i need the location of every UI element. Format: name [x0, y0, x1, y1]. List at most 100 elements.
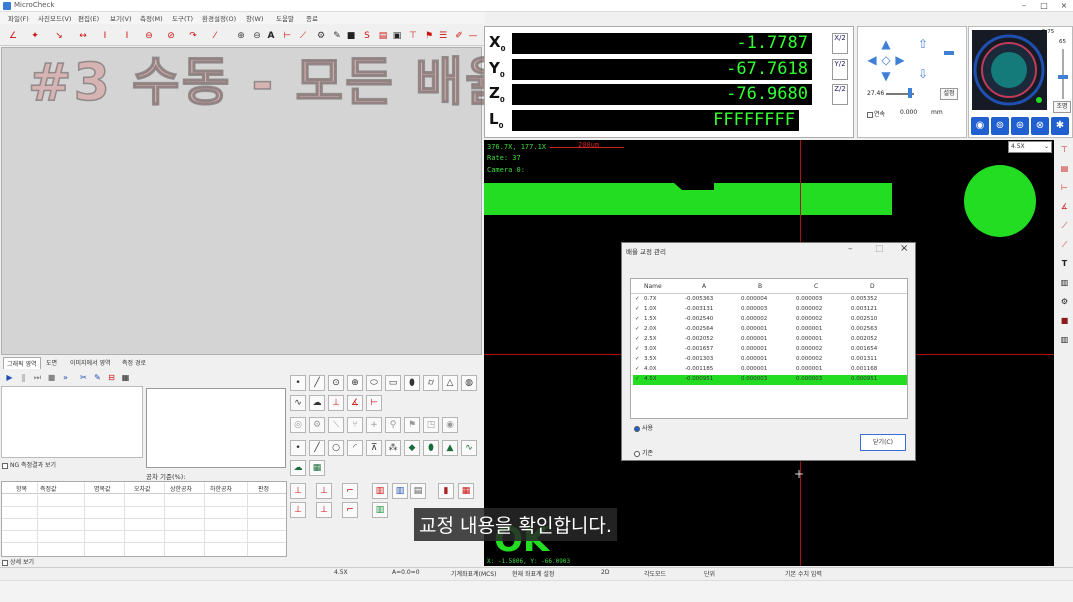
fork-icon[interactable]: ⑂	[347, 417, 363, 433]
corner-icon[interactable]: ◳	[423, 417, 439, 433]
flag-gray-icon[interactable]: ⚑	[404, 417, 420, 433]
check-icon[interactable]: ✓	[635, 306, 640, 312]
scatter-icon[interactable]: ⁂	[385, 440, 401, 456]
check-icon[interactable]: ✓	[635, 326, 640, 332]
table-row[interactable]: ✓ 4.0X -0.001185 0.000001 0.000001 0.001168	[633, 365, 907, 375]
rectangle-icon[interactable]: ▭	[385, 375, 401, 391]
slope-right-icon[interactable]: ⟋	[1058, 238, 1071, 251]
contour-icon[interactable]: ☁	[309, 395, 325, 411]
tab-graphic-area[interactable]: 그래픽 영역	[3, 357, 41, 369]
cylinder-icon[interactable]: ⌭	[423, 375, 439, 391]
auto-circle-icon[interactable]: ◎	[290, 417, 306, 433]
line-icon[interactable]: ╱	[309, 375, 325, 391]
arc-construct-icon[interactable]: ◜	[347, 440, 363, 456]
width-icon[interactable]: ⊢	[366, 395, 382, 411]
play-icon[interactable]: ▶	[4, 372, 15, 383]
align-icon[interactable]: ⌐	[342, 483, 358, 499]
menu-help[interactable]: 도움말	[276, 13, 294, 23]
close-window-button[interactable]: ×	[1055, 0, 1073, 12]
light-ring-icon[interactable]: ◉	[971, 117, 989, 135]
stop-run-icon[interactable]: ■	[46, 372, 57, 383]
z-value[interactable]: -76.9680	[512, 84, 812, 105]
cone-icon[interactable]: △	[442, 375, 458, 391]
set-button[interactable]: 설정	[940, 88, 958, 100]
check-icon[interactable]: ✓	[635, 316, 640, 322]
circle-center-icon[interactable]: ⊙	[328, 375, 344, 391]
table-row[interactable]: ✓ 4.5X -0.000951 0.000003 0.000003 0.000951	[633, 375, 907, 385]
z-up-icon[interactable]: ⇧	[916, 37, 930, 51]
check-icon[interactable]: ✓	[635, 336, 640, 342]
layout-icon[interactable]: ▥	[1058, 276, 1071, 289]
xz-icon[interactable]: ⊥	[316, 483, 332, 499]
results-table[interactable]: 항목 측정값 명목값 오차값 상한공차 하한공차 판정	[1, 481, 287, 557]
l-value[interactable]: FFFFFFFF	[512, 110, 799, 131]
continuous-checkbox[interactable]: 연속	[867, 109, 885, 118]
menu-measure[interactable]: 측정(M)	[140, 13, 163, 23]
pen-blue-icon[interactable]: ✎	[92, 372, 103, 383]
angle-icon[interactable]: ∡	[347, 395, 363, 411]
check-icon[interactable]: ✓	[635, 376, 640, 382]
step-icon[interactable]: ⏭	[32, 372, 43, 383]
checkbox-box[interactable]	[2, 462, 8, 469]
xy-icon[interactable]: ⊥	[290, 483, 306, 499]
line-construct-icon[interactable]: ╱	[309, 440, 325, 456]
menu-photo[interactable]: 사진모드(V)	[38, 13, 71, 23]
chart-icon[interactable]: ▮	[438, 483, 454, 499]
brightness-slider[interactable]	[1062, 49, 1064, 99]
x-half-button[interactable]: X/2	[832, 33, 848, 54]
menu-file[interactable]: 파일(F)	[8, 13, 29, 23]
angle-right-icon[interactable]: ∡	[1058, 200, 1071, 213]
delete-icon[interactable]: ⊟	[106, 372, 117, 383]
angle-tool-icon[interactable]: ∠	[6, 29, 20, 43]
light-all-icon[interactable]: ⊗	[1031, 117, 1049, 135]
speed-slider-thumb[interactable]	[908, 88, 912, 98]
offset-icon[interactable]: ⌐	[342, 502, 358, 518]
menu-settings[interactable]: 환경설정(O)	[202, 13, 236, 23]
tab-drawing[interactable]: 도면	[43, 357, 60, 368]
table-row[interactable]: ✓ 2.0X -0.002564 0.000001 0.000001 0.002563	[633, 325, 907, 335]
dialog-maximize-button[interactable]: □	[875, 244, 884, 254]
text-right-icon[interactable]: T	[1058, 257, 1071, 270]
dialog-close-icon[interactable]: ×	[900, 243, 908, 254]
menu-edit[interactable]: 편집(E)	[78, 13, 99, 23]
checkbox-box[interactable]	[2, 559, 8, 566]
detail-checkbox[interactable]: 상세 보기	[2, 557, 34, 566]
checkbox-box[interactable]	[867, 111, 873, 118]
gear-shape-icon[interactable]: ⚙	[309, 417, 325, 433]
scissors-icon[interactable]: ✂	[78, 372, 89, 383]
maximize-button[interactable]: □	[1035, 0, 1053, 12]
check-icon[interactable]: ✓	[635, 346, 640, 352]
tab-measure-path[interactable]: 측정 경로	[119, 357, 149, 368]
export-icon[interactable]: ▥	[372, 502, 388, 518]
point-construct-icon[interactable]: •	[290, 440, 306, 456]
minimize-button[interactable]: –	[1015, 0, 1033, 12]
z-half-button[interactable]: Z/2	[832, 84, 848, 105]
slot-icon[interactable]: ⬮	[404, 375, 420, 391]
stop-right-icon[interactable]: ■	[1058, 314, 1071, 327]
gear-right-icon[interactable]: ⚙	[1058, 295, 1071, 308]
horizontal-icon[interactable]: ⊢	[1058, 181, 1071, 194]
pause-icon[interactable]: ‖	[18, 372, 29, 383]
table-row[interactable]: ✓ 1.5X -0.002540 0.000002 0.000002 0.002510	[633, 315, 907, 325]
table-icon[interactable]: ▦	[309, 460, 325, 476]
cylinder-green-icon[interactable]: ⬮	[423, 440, 439, 456]
check-icon[interactable]: ✓	[635, 356, 640, 362]
sphere-icon[interactable]: ◍	[461, 375, 477, 391]
tab-image-area[interactable]: 이미지에서 영역	[67, 357, 114, 368]
check-icon[interactable]: ✓	[635, 366, 640, 372]
light-segment-icon[interactable]: ⊛	[1011, 117, 1029, 135]
menu-window[interactable]: 창(W)	[246, 13, 263, 23]
wave-icon[interactable]: ∿	[461, 440, 477, 456]
height-icon[interactable]: ⊥	[328, 395, 344, 411]
light-button[interactable]: 조명	[1053, 101, 1071, 113]
radio-circle[interactable]	[634, 450, 640, 457]
cross-icon[interactable]: +	[366, 417, 382, 433]
arrow-center-icon[interactable]: ◇	[879, 53, 893, 67]
check-icon[interactable]: ✓	[635, 296, 640, 302]
plane-construct-icon[interactable]: ⊼	[366, 440, 382, 456]
aux-view-box[interactable]	[146, 388, 286, 468]
point-icon[interactable]: •	[290, 375, 306, 391]
y-value[interactable]: -67.7618	[512, 59, 812, 80]
table-row[interactable]: ✓ 2.5X -0.002052 0.000001 0.000001 0.002052	[633, 335, 907, 345]
arrow-up-icon[interactable]: ▲	[879, 37, 893, 51]
